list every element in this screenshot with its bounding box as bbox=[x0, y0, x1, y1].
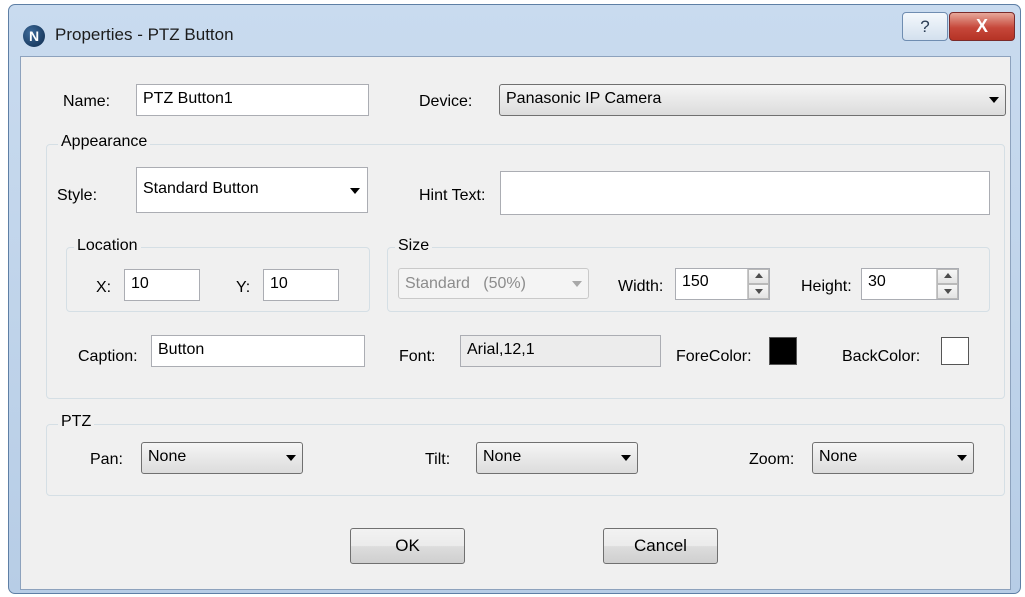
dialog-body: Name: PTZ Button1 Device: Panasonic IP C… bbox=[20, 56, 1011, 590]
device-select-value: Panasonic IP Camera bbox=[506, 90, 662, 107]
caption-label: Caption: bbox=[78, 348, 138, 365]
backcolor-swatch[interactable] bbox=[941, 337, 969, 365]
ok-button[interactable]: OK bbox=[350, 528, 465, 564]
help-button[interactable]: ? bbox=[902, 12, 948, 41]
size-legend: Size bbox=[395, 237, 433, 255]
tilt-label: Tilt: bbox=[425, 451, 451, 468]
size-preset-select[interactable]: Standard (50%) bbox=[398, 268, 589, 299]
font-label: Font: bbox=[399, 348, 436, 365]
y-field[interactable]: 10 bbox=[263, 269, 339, 301]
spin-down-icon[interactable] bbox=[748, 284, 769, 299]
close-button[interactable]: X bbox=[949, 12, 1015, 41]
chevron-down-icon bbox=[957, 455, 967, 461]
zoom-select-value: None bbox=[819, 448, 858, 465]
tilt-select[interactable]: None bbox=[476, 442, 638, 474]
font-field[interactable]: Arial,12,1 bbox=[460, 335, 661, 367]
style-select[interactable]: Standard Button bbox=[136, 167, 368, 213]
cancel-button[interactable]: Cancel bbox=[603, 528, 718, 564]
chevron-down-icon bbox=[286, 455, 296, 461]
hint-text-label: Hint Text: bbox=[419, 187, 486, 204]
pan-label: Pan: bbox=[90, 451, 123, 468]
app-logo-icon: N bbox=[23, 25, 45, 47]
zoom-select[interactable]: None bbox=[812, 442, 974, 474]
width-stepper[interactable]: 150 bbox=[675, 268, 770, 300]
spin-up-icon[interactable] bbox=[937, 269, 958, 284]
tilt-select-value: None bbox=[483, 448, 522, 465]
caption-field[interactable]: Button bbox=[151, 335, 365, 367]
zoom-label: Zoom: bbox=[749, 451, 795, 468]
properties-dialog: N Properties - PTZ Button ? X Name: PTZ … bbox=[8, 4, 1021, 594]
y-label: Y: bbox=[236, 279, 251, 296]
name-field[interactable]: PTZ Button1 bbox=[136, 84, 369, 116]
chevron-down-icon bbox=[989, 97, 999, 103]
x-field[interactable]: 10 bbox=[124, 269, 200, 301]
height-stepper[interactable]: 30 bbox=[861, 268, 959, 300]
hint-text-field[interactable] bbox=[500, 171, 990, 215]
chevron-down-icon bbox=[621, 455, 631, 461]
style-select-value: Standard Button bbox=[143, 180, 259, 197]
pan-select-value: None bbox=[148, 448, 187, 465]
appearance-legend: Appearance bbox=[58, 133, 151, 151]
forecolor-swatch[interactable] bbox=[769, 337, 797, 365]
chevron-down-icon bbox=[572, 280, 582, 287]
spin-up-icon[interactable] bbox=[748, 269, 769, 284]
window-title: Properties - PTZ Button bbox=[55, 25, 234, 44]
forecolor-label: ForeColor: bbox=[676, 348, 752, 365]
height-label: Height: bbox=[801, 278, 852, 295]
spin-down-icon[interactable] bbox=[937, 284, 958, 299]
device-select[interactable]: Panasonic IP Camera bbox=[499, 84, 1006, 116]
name-label: Name: bbox=[63, 93, 111, 110]
height-spin-buttons bbox=[936, 269, 958, 299]
style-label: Style: bbox=[57, 187, 98, 204]
backcolor-label: BackColor: bbox=[842, 348, 921, 365]
x-label: X: bbox=[96, 279, 112, 296]
pan-select[interactable]: None bbox=[141, 442, 303, 474]
width-label: Width: bbox=[618, 278, 664, 295]
width-value: 150 bbox=[682, 273, 709, 290]
chevron-down-icon bbox=[350, 188, 360, 194]
device-label: Device: bbox=[419, 93, 473, 110]
location-legend: Location bbox=[74, 237, 141, 255]
title-bar[interactable]: N Properties - PTZ Button ? X bbox=[9, 5, 1020, 59]
width-spin-buttons bbox=[747, 269, 769, 299]
height-value: 30 bbox=[868, 273, 886, 290]
size-preset-value: Standard (50%) bbox=[405, 275, 526, 292]
ptz-legend: PTZ bbox=[58, 413, 95, 431]
